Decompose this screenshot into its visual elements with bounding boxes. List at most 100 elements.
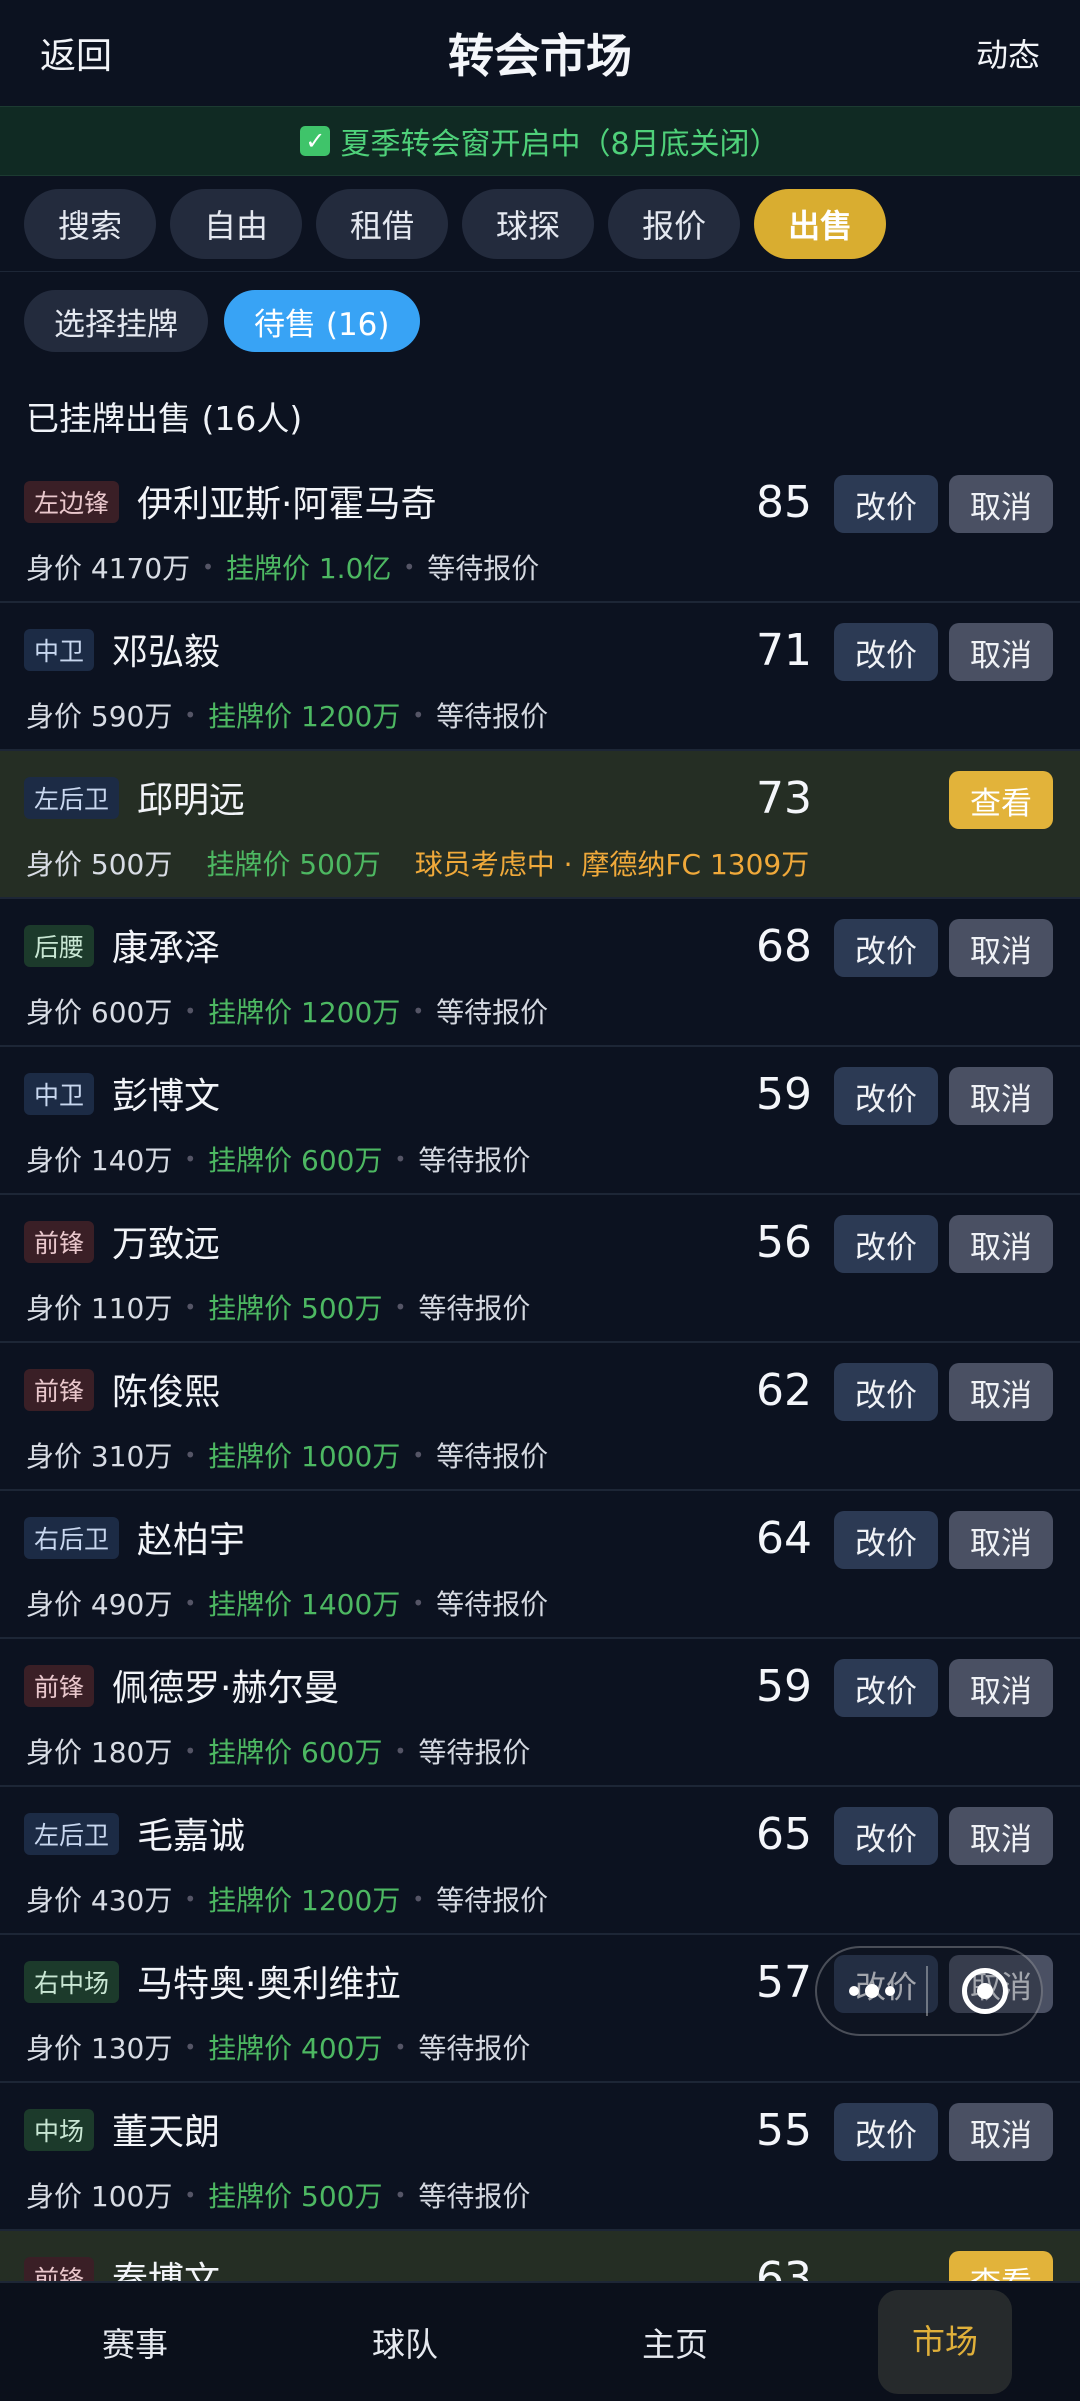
- offer-status: 等待报价: [436, 1884, 549, 1917]
- player-name[interactable]: 佩德罗·赫尔曼: [112, 1659, 339, 1711]
- separator-dot: •: [394, 1147, 407, 1171]
- market-value: 身价 500万: [26, 848, 173, 881]
- edit-price-button[interactable]: 改价: [834, 2103, 938, 2161]
- nav-item-2[interactable]: 主页: [540, 2282, 810, 2401]
- player-name[interactable]: 伊利亚斯·阿霍马奇: [137, 475, 436, 527]
- nav-label: 球队: [372, 2325, 438, 2364]
- player-row[interactable]: 右后卫 赵柏宇 64 改价 取消 身价 490万 • 挂牌价 1400万 • 等待报价: [0, 1491, 1080, 1639]
- player-row[interactable]: 后腰 康承泽 68 改价 取消 身价 600万 • 挂牌价 1200万 • 等待报价: [0, 899, 1080, 1047]
- subtab-0[interactable]: 选择挂牌: [24, 290, 208, 352]
- back-button[interactable]: 返回: [40, 27, 112, 79]
- tab-1[interactable]: 自由: [170, 188, 303, 259]
- edit-price-button[interactable]: 改价: [834, 1067, 938, 1125]
- player-name[interactable]: 毛嘉诚: [137, 1807, 245, 1859]
- page-title: 转会市场: [448, 29, 632, 83]
- app-root: 返回 转会市场 动态 ✓ 夏季转会窗开启中（8月底关闭） 搜索 自由 租借 球探 报价出…: [0, 0, 1080, 2401]
- separator-dot: •: [184, 703, 197, 727]
- asking-price: 挂牌价 1.0亿: [225, 552, 392, 585]
- asking-price: 挂牌价 500万: [208, 1292, 383, 1325]
- player-rating: 59: [756, 1661, 812, 1712]
- cancel-listing-button[interactable]: 取消: [949, 475, 1053, 533]
- market-value: 身价 110万: [26, 1292, 173, 1325]
- edit-price-button[interactable]: 改价: [834, 1511, 938, 1569]
- separator-dot: •: [394, 1739, 407, 1763]
- player-name[interactable]: 万致远: [112, 1215, 220, 1267]
- asking-price: 挂牌价 500万: [206, 848, 381, 881]
- offer-status: 等待报价: [436, 700, 549, 733]
- asking-price: 挂牌价 500万: [208, 2180, 383, 2213]
- player-name[interactable]: 彭博文: [112, 1067, 220, 1119]
- cancel-listing-button[interactable]: 取消: [949, 623, 1053, 681]
- more-icon[interactable]: [817, 1984, 926, 1998]
- player-row[interactable]: 左后卫 邱明远 73 查看 身价 500万 挂牌价 500万 球员考虑中 · 摩德纳FC 1…: [0, 751, 1080, 899]
- listing-meta: 身价 590万 • 挂牌价 1200万 • 等待报价: [26, 695, 548, 735]
- player-row[interactable]: 左后卫 毛嘉诚 65 改价 取消 身价 430万 • 挂牌价 1200万 • 等待报价: [0, 1787, 1080, 1935]
- cancel-listing-button[interactable]: 取消: [949, 1363, 1053, 1421]
- player-row[interactable]: 前锋 佩德罗·赫尔曼 59 改价 取消 身价 180万 • 挂牌价 600万 • 等待报价: [0, 1639, 1080, 1787]
- cancel-listing-button[interactable]: 取消: [949, 1659, 1053, 1717]
- subtab-1[interactable]: 待售 (16): [224, 290, 420, 352]
- miniprogram-capsule: [815, 1946, 1043, 2036]
- separator-dot: •: [412, 703, 425, 727]
- offer-status: 等待报价: [418, 1292, 531, 1325]
- edit-price-button[interactable]: 改价: [834, 623, 938, 681]
- tab-0[interactable]: 搜索: [24, 188, 157, 259]
- offer-status: 等待报价: [418, 2180, 531, 2213]
- cancel-listing-button[interactable]: 取消: [949, 919, 1053, 977]
- cancel-listing-button[interactable]: 取消: [949, 1067, 1053, 1125]
- tab-2[interactable]: 租借: [316, 188, 449, 259]
- separator-dot: •: [202, 555, 214, 579]
- cancel-listing-button[interactable]: 取消: [949, 1807, 1053, 1865]
- player-row[interactable]: 中卫 邓弘毅 71 改价 取消 身价 590万 • 挂牌价 1200万 • 等待报价: [0, 603, 1080, 751]
- transfer-window-banner: ✓ 夏季转会窗开启中（8月底关闭）: [0, 106, 1080, 176]
- separator-dot: •: [412, 1887, 425, 1911]
- tab-5[interactable]: 出售: [754, 188, 887, 259]
- edit-price-button[interactable]: 改价: [834, 1215, 938, 1273]
- cancel-listing-button[interactable]: 取消: [949, 1215, 1053, 1273]
- separator-dot: •: [184, 1147, 197, 1171]
- tab-3[interactable]: 球探: [462, 188, 595, 259]
- player-name[interactable]: 陈俊熙: [112, 1363, 220, 1415]
- nav-item-1[interactable]: 球队: [270, 2282, 540, 2401]
- listing-meta: 身价 600万 • 挂牌价 1200万 • 等待报价: [26, 991, 548, 1031]
- edit-price-button[interactable]: 改价: [834, 475, 938, 533]
- player-row[interactable]: 前锋 万致远 56 改价 取消 身价 110万 • 挂牌价 500万 • 等待报价: [0, 1195, 1080, 1343]
- asking-price: 挂牌价 1200万: [208, 996, 401, 1029]
- separator-dot: •: [412, 1591, 425, 1615]
- market-value: 身价 310万: [26, 1440, 173, 1473]
- player-row[interactable]: 左边锋 伊利亚斯·阿霍马奇 85 改价 取消 身价 4170万 • 挂牌价 1.0亿 • 等待报价: [0, 455, 1080, 603]
- edit-price-button[interactable]: 改价: [834, 1659, 938, 1717]
- bottom-navigation: 赛事 球队 主页 市场: [0, 2281, 1080, 2401]
- player-name[interactable]: 邱明远: [137, 771, 245, 823]
- player-name[interactable]: 赵柏宇: [137, 1511, 245, 1563]
- player-row[interactable]: 中场 董天朗 55 改价 取消 身价 100万 • 挂牌价 500万 • 等待报价: [0, 2083, 1080, 2231]
- player-name[interactable]: 董天朗: [112, 2103, 220, 2155]
- nav-item-0[interactable]: 赛事: [0, 2282, 270, 2401]
- edit-price-button[interactable]: 改价: [834, 1807, 938, 1865]
- close-target-icon[interactable]: [928, 1968, 1041, 2014]
- asking-price: 挂牌价 1200万: [208, 700, 401, 733]
- player-rating: 65: [756, 1809, 812, 1860]
- player-name[interactable]: 邓弘毅: [112, 623, 220, 675]
- edit-price-button[interactable]: 改价: [834, 919, 938, 977]
- position-badge: 左边锋: [24, 481, 120, 523]
- position-badge: 中卫: [24, 629, 95, 671]
- position-badge: 前锋: [24, 1369, 95, 1411]
- cancel-listing-button[interactable]: 取消: [949, 2103, 1053, 2161]
- position-badge: 后腰: [24, 925, 95, 967]
- nav-item-3[interactable]: 市场: [810, 2282, 1080, 2401]
- offer-status: 等待报价: [418, 2032, 531, 2065]
- position-badge: 前锋: [24, 1221, 95, 1263]
- cancel-listing-button[interactable]: 取消: [949, 1511, 1053, 1569]
- tab-4[interactable]: 报价: [608, 188, 741, 259]
- player-name[interactable]: 马特奥·奥利维拉: [137, 1955, 400, 2007]
- edit-price-button[interactable]: 改价: [834, 1363, 938, 1421]
- player-row[interactable]: 前锋 陈俊熙 62 改价 取消 身价 310万 • 挂牌价 1000万 • 等待报价: [0, 1343, 1080, 1491]
- view-offer-button[interactable]: 查看: [949, 771, 1053, 829]
- player-row[interactable]: 中卫 彭博文 59 改价 取消 身价 140万 • 挂牌价 600万 • 等待报价: [0, 1047, 1080, 1195]
- separator-dot: •: [394, 1295, 407, 1319]
- player-name[interactable]: 康承泽: [112, 919, 220, 971]
- activity-button[interactable]: 动态: [976, 30, 1040, 76]
- market-value: 身价 4170万: [26, 552, 191, 585]
- offer-status: 球员考虑中 · 摩德纳FC 1309万: [414, 848, 810, 881]
